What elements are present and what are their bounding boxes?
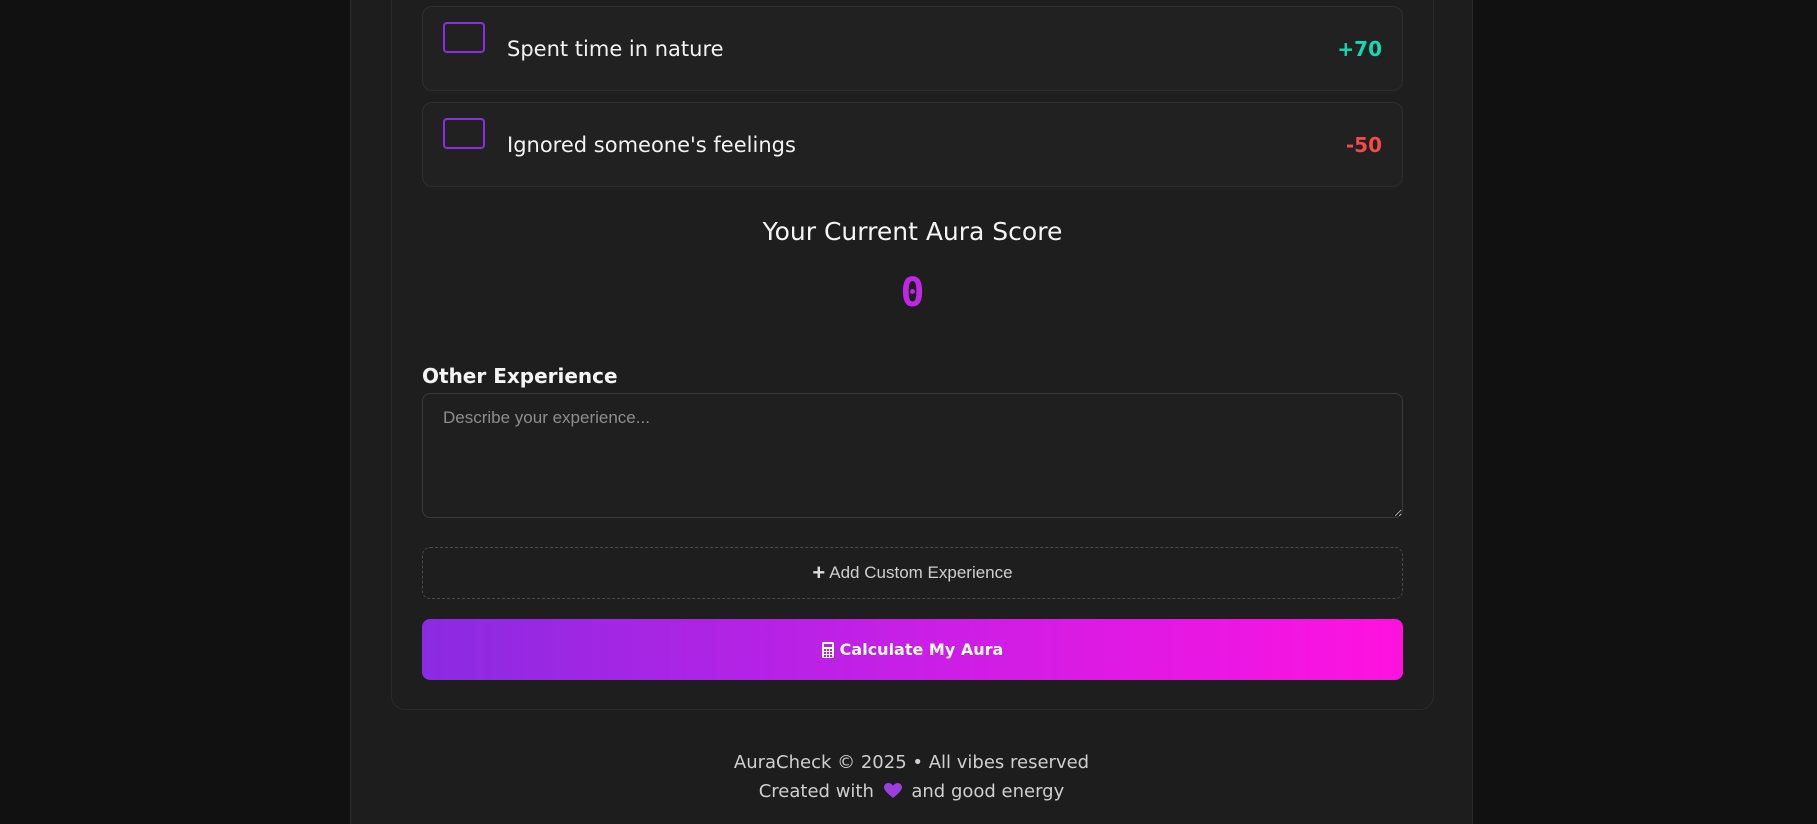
- experience-label: Ignored someone's feelings: [507, 133, 796, 157]
- calculator-icon: [821, 641, 834, 658]
- score-value: 0: [900, 270, 925, 316]
- experience-checkbox[interactable]: [443, 118, 485, 149]
- other-experience-textarea[interactable]: [422, 393, 1403, 518]
- experience-points: -50: [1345, 133, 1382, 157]
- add-custom-experience-button[interactable]: + Add Custom Experience: [422, 547, 1403, 599]
- other-experience-label: Other Experience: [422, 364, 618, 388]
- experience-points: +70: [1337, 37, 1382, 61]
- experience-item-nature[interactable]: Spent time in nature +70: [422, 6, 1403, 91]
- add-custom-experience-label: Add Custom Experience: [829, 563, 1013, 582]
- footer-created-prefix: Created with: [758, 781, 874, 802]
- calculate-aura-button[interactable]: Calculate My Aura: [422, 619, 1403, 680]
- experience-label: Spent time in nature: [507, 37, 724, 61]
- footer-copyright: AuraCheck © 2025 • All vibes reserved: [733, 752, 1090, 773]
- footer-created-with: Created with and good energy: [350, 781, 1473, 802]
- experience-item-ignored-feelings[interactable]: Ignored someone's feelings -50: [422, 102, 1403, 187]
- plus-icon: +: [812, 560, 826, 585]
- footer-created-suffix: and good energy: [911, 781, 1065, 802]
- experience-checkbox[interactable]: [443, 22, 485, 53]
- score-title: Your Current Aura Score: [762, 217, 1063, 246]
- purple-heart-icon: [883, 783, 902, 798]
- calculate-aura-label: Calculate My Aura: [839, 640, 1004, 659]
